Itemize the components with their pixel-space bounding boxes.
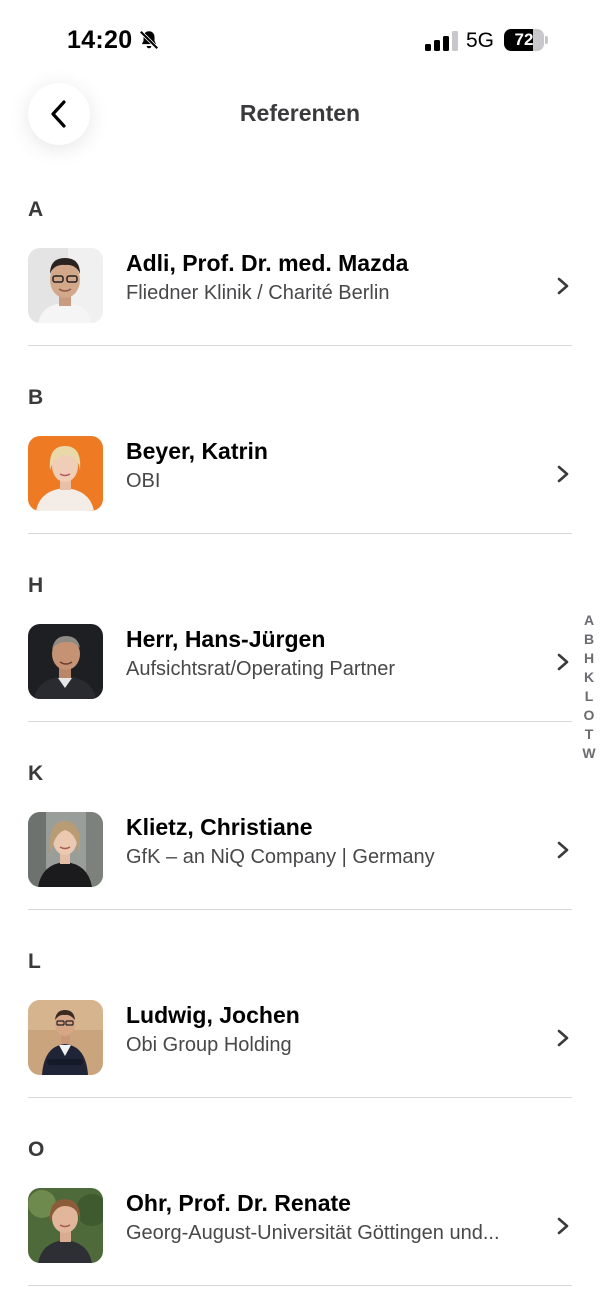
speaker-list: A Adli, Prof. Dr. med. Mazda Fliedner Kl… [0, 160, 600, 1288]
index-letter-h[interactable]: H [584, 649, 594, 668]
speaker-name: Ludwig, Jochen [126, 1002, 300, 1028]
speaker-name: Adli, Prof. Dr. med. Mazda [126, 250, 409, 276]
avatar [28, 248, 103, 323]
speaker-name: Klietz, Christiane [126, 814, 313, 840]
speaker-row[interactable]: Ludwig, Jochen Obi Group Holding [0, 990, 600, 1098]
chevron-right-icon [557, 465, 569, 483]
row-divider [28, 721, 572, 722]
bell-muted-icon [139, 30, 159, 50]
speaker-row[interactable]: Ohr, Prof. Dr. Renate Georg-August-Unive… [0, 1178, 600, 1286]
speaker-affiliation: Fliedner Klinik / Charité Berlin [126, 282, 390, 304]
speaker-row[interactable]: Herr, Hans-Jürgen Aufsichtsrat/Operating… [0, 614, 600, 722]
battery-percentage: 72 [514, 30, 534, 49]
battery-icon: 72 [504, 29, 548, 51]
section-header: L [28, 950, 41, 973]
avatar [28, 812, 103, 887]
row-divider [28, 533, 572, 534]
index-letter-b[interactable]: B [584, 630, 594, 649]
speaker-affiliation: GfK – an NiQ Company | Germany [126, 846, 435, 868]
index-letter-o[interactable]: O [584, 706, 595, 725]
speaker-affiliation: OBI [126, 470, 161, 492]
speaker-row[interactable]: Beyer, Katrin OBI [0, 426, 600, 534]
section-k: K Klietz, Christiane GfK – an NiQ Compan… [0, 724, 600, 912]
avatar [28, 1188, 103, 1263]
chevron-right-icon [557, 1217, 569, 1235]
section-o: O Ohr, Prof. Dr. Renate Georg-August-Uni… [0, 1100, 600, 1288]
speaker-name: Herr, Hans-Jürgen [126, 626, 326, 652]
section-header: A [28, 198, 44, 221]
avatar [28, 436, 103, 511]
index-letter-a[interactable]: A [584, 611, 594, 630]
speaker-name: Beyer, Katrin [126, 438, 268, 464]
status-bar: 14:20 5G 72 [0, 0, 600, 80]
section-header: H [28, 574, 44, 597]
section-b: B Beyer, Katrin OBI [0, 348, 600, 536]
index-letter-k[interactable]: K [584, 668, 594, 687]
cellular-signal-icon [425, 31, 458, 51]
row-divider [28, 345, 572, 346]
network-type-label: 5G [466, 29, 495, 52]
section-header: O [28, 1138, 45, 1161]
section-a: A Adli, Prof. Dr. med. Mazda Fliedner Kl… [0, 160, 600, 348]
section-l: L Ludwig, Jochen Obi Group Holding [0, 912, 600, 1100]
index-letter-w[interactable]: W [582, 744, 595, 763]
avatar [28, 624, 103, 699]
row-divider [28, 909, 572, 910]
index-letter-t[interactable]: T [585, 725, 594, 744]
speaker-affiliation: Georg-August-Universität Göttingen und..… [126, 1222, 500, 1244]
speaker-affiliation: Aufsichtsrat/Operating Partner [126, 658, 396, 680]
chevron-right-icon [557, 841, 569, 859]
status-time: 14:20 [67, 26, 133, 54]
chevron-right-icon [557, 1029, 569, 1047]
speaker-name: Ohr, Prof. Dr. Renate [126, 1190, 351, 1216]
chevron-right-icon [557, 653, 569, 671]
page-title: Referenten [239, 100, 361, 126]
row-divider [28, 1285, 572, 1286]
speaker-affiliation: Obi Group Holding [126, 1034, 292, 1056]
section-header: K [28, 762, 44, 785]
section-h: H Herr, Hans-Jürgen Aufsichtsrat/Operati… [0, 536, 600, 724]
speaker-row[interactable]: Klietz, Christiane GfK – an NiQ Company … [0, 802, 600, 910]
section-header: B [28, 386, 44, 409]
alphabet-index[interactable]: A B H K L O T W [580, 611, 598, 763]
avatar [28, 1000, 103, 1075]
row-divider [28, 1097, 572, 1098]
speaker-row[interactable]: Adli, Prof. Dr. med. Mazda Fliedner Klin… [0, 238, 600, 346]
chevron-right-icon [557, 277, 569, 295]
index-letter-l[interactable]: L [585, 687, 594, 706]
